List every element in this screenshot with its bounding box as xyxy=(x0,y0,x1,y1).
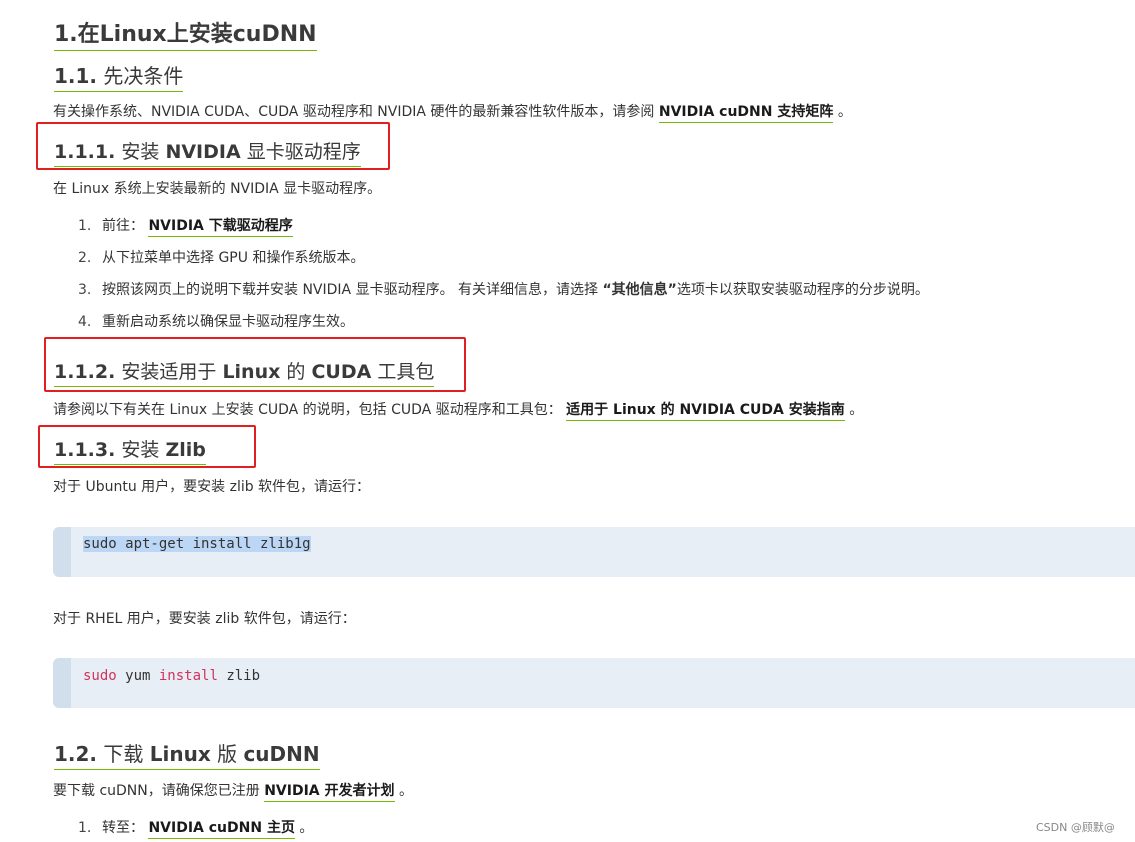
nvidia-developer-program-link[interactable]: NVIDIA 开发者计划 xyxy=(264,783,395,802)
rhel-paragraph: 对于 RHEL 用户，要安装 zlib 软件包，请运行： xyxy=(53,611,356,627)
list-item: 1. 前往： NVIDIA 下载驱动程序 xyxy=(78,215,293,237)
list-item: 1. 转至： NVIDIA cuDNN 主页 。 xyxy=(78,817,313,839)
page-title: 1.在Linux上安装cuDNN xyxy=(54,16,317,51)
code-line[interactable]: sudo apt-get install zlib1g xyxy=(83,536,311,552)
driver-paragraph: 在 Linux 系统上安装最新的 NVIDIA 显卡驱动程序。 xyxy=(53,181,382,197)
code-block-ubuntu[interactable] xyxy=(53,527,1135,577)
ubuntu-paragraph: 对于 Ubuntu 用户，要安装 zlib 软件包，请运行： xyxy=(53,479,371,495)
section-heading-1-1-3: 1.1.3. 安装 Zlib xyxy=(54,435,206,465)
cuda-install-guide-link[interactable]: 适用于 Linux 的 NVIDIA CUDA 安装指南 xyxy=(566,402,845,421)
section-heading-1-1: 1.1. 先决条件 xyxy=(54,60,184,92)
section-heading-1-1-2: 1.1.2. 安装适用于 Linux 的 CUDA 工具包 xyxy=(54,357,435,387)
list-item: 3. 按照该网页上的说明下载并安装 NVIDIA 显卡驱动程序。 有关详细信息，请… xyxy=(78,282,929,298)
section-heading-1-2: 1.2. 下载 Linux 版 cuDNN xyxy=(54,738,320,770)
cuda-toolkit-paragraph: 请参阅以下有关在 Linux 上安装 CUDA 的说明，包括 CUDA 驱动程序… xyxy=(53,399,863,421)
list-item: 4. 重新启动系统以确保显卡驱动程序生效。 xyxy=(78,314,354,330)
code-line[interactable]: sudo yum install zlib xyxy=(83,668,260,684)
nvidia-driver-download-link[interactable]: NVIDIA 下载驱动程序 xyxy=(148,218,293,237)
prerequisites-paragraph: 有关操作系统、NVIDIA CUDA、CUDA 驱动程序和 NVIDIA 硬件的… xyxy=(53,101,852,123)
watermark: CSDN @顾默@ xyxy=(1036,821,1115,834)
list-item: 2. 从下拉菜单中选择 GPU 和操作系统版本。 xyxy=(78,250,365,266)
cudnn-home-link[interactable]: NVIDIA cuDNN 主页 xyxy=(148,820,295,839)
download-paragraph: 要下载 cuDNN，请确保您已注册 NVIDIA 开发者计划 。 xyxy=(53,780,413,802)
cudnn-support-matrix-link[interactable]: NVIDIA cuDNN 支持矩阵 xyxy=(658,104,834,123)
section-heading-1-1-1: 1.1.1. 安装 NVIDIA 显卡驱动程序 xyxy=(54,137,361,167)
